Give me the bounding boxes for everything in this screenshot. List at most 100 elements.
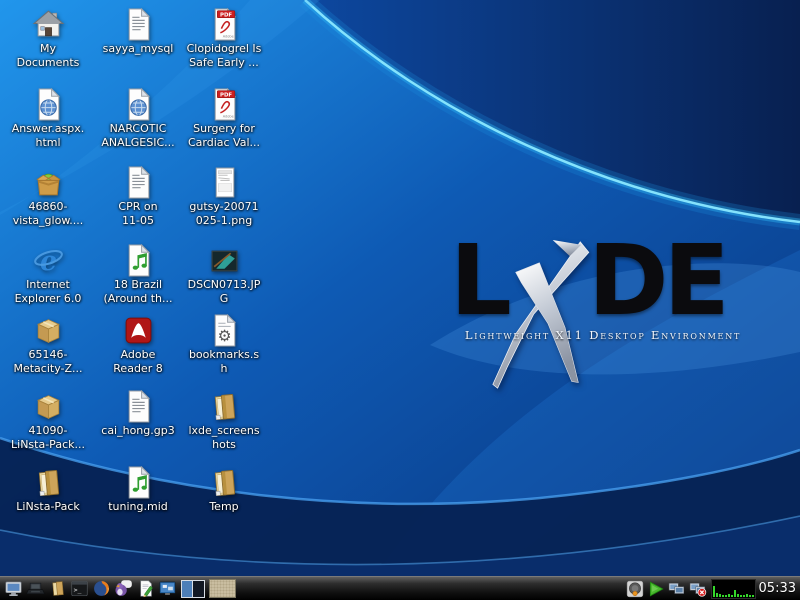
desktop-icon-lxde-screenshots[interactable]: lxde_screens hots [180, 390, 268, 452]
music-doc-icon [122, 466, 155, 499]
terminal-launcher[interactable]: >_ [68, 577, 90, 600]
pdf-icon: PDF Adobe [208, 88, 241, 121]
desktop-icon-bookmarks-sh[interactable]: ⚙ bookmarks.s h [180, 314, 268, 376]
pidgin-launcher[interactable] [112, 577, 134, 600]
icon-label: Answer.aspx. html [4, 122, 92, 150]
tb-display-icon [158, 579, 177, 598]
desktop-icon-gutsy-png[interactable]: gutsy-20071 025-1.png [180, 166, 268, 228]
icon-label: sayya_mysql [94, 42, 182, 56]
desktop-icon-41090-linsta-pack[interactable]: 41090- LiNsta-Pack... [4, 390, 92, 452]
folder-icon [208, 466, 241, 499]
workspace-1[interactable] [181, 580, 193, 598]
network-tray-icon[interactable] [667, 578, 687, 600]
icon-label: My Documents [4, 42, 92, 70]
cpu-bar [743, 595, 745, 597]
icon-label: LiNsta-Pack [4, 500, 92, 514]
launcher-area: >_ [2, 577, 178, 600]
html-doc-icon [122, 88, 155, 121]
icon-label: Internet Explorer 6.0 [4, 278, 92, 306]
icon-label: 18 Brazil (Around th... [94, 278, 182, 306]
script-doc-icon: ⚙ [208, 314, 241, 347]
desktop-icon-tuning-mid[interactable]: tuning.mid [94, 466, 182, 514]
desktop-icon-46860-vista-glow[interactable]: 46860- vista_glow.... [4, 166, 92, 228]
html-doc-icon [32, 88, 65, 121]
tb-firefox-icon [92, 579, 111, 598]
desktop-icon-cai-hong-gp3[interactable]: cai_hong.gp3 [94, 390, 182, 438]
menu-launcher[interactable] [2, 577, 24, 600]
play-tray-icon[interactable] [646, 578, 666, 600]
desktop-icon-65146-metacity[interactable]: 65146- Metacity-Z... [4, 314, 92, 376]
cpu-monitor [711, 579, 756, 599]
system-tray [625, 578, 708, 600]
desktop-icon-answer-aspx-html[interactable]: Answer.aspx. html [4, 88, 92, 150]
folder-icon [32, 466, 65, 499]
photo-icon [208, 244, 241, 277]
icon-label: cai_hong.gp3 [94, 424, 182, 438]
cpu-bar [719, 594, 721, 597]
cpu-bar [740, 595, 742, 597]
text-editor-launcher[interactable] [134, 577, 156, 600]
cpu-bar [716, 593, 718, 597]
clock: 05:33 [759, 581, 796, 596]
icon-label: 41090- LiNsta-Pack... [4, 424, 92, 452]
desktop-icon-grid: My Documents sayya_mysql PDF Adobe Clopi… [0, 0, 800, 576]
icon-label: Clopidogrel Is Safe Early ... [180, 42, 268, 70]
package-icon [32, 314, 65, 347]
window-button[interactable] [209, 579, 236, 598]
desktop-icon-my-documents[interactable]: My Documents [4, 8, 92, 70]
orb-tray-icon[interactable] [625, 578, 645, 600]
icon-label: CPR on 11-05 [94, 200, 182, 228]
desktop-icon-temp[interactable]: Temp [180, 466, 268, 514]
desktop-icon-clopidogrel-pdf[interactable]: PDF Adobe Clopidogrel Is Safe Early ... [180, 8, 268, 70]
desktop-icon-dscn0713-jpg[interactable]: DSCN0713.JP G [180, 244, 268, 306]
icon-label: 65146- Metacity-Z... [4, 348, 92, 376]
file-manager-launcher[interactable] [46, 577, 68, 600]
text-doc-icon [122, 8, 155, 41]
adobe-icon [122, 314, 155, 347]
desktop-icon-adobe-reader-8[interactable]: Adobe Reader 8 [94, 314, 182, 376]
icon-label: lxde_screens hots [180, 424, 268, 452]
desktop-icon-surgery-cardiac-pdf[interactable]: PDF Adobe Surgery for Cardiac Val... [180, 88, 268, 150]
icon-label: NARCOTIC ANALGESIC... [94, 122, 182, 150]
text-doc-icon [122, 166, 155, 199]
svg-text:Adobe: Adobe [222, 34, 233, 38]
desktop-icon-internet-explorer-6[interactable]: e Internet Explorer 6.0 [4, 244, 92, 306]
workspace-2[interactable] [193, 580, 205, 598]
text-doc-icon [122, 390, 155, 423]
desktop-icon-narcotic-analgesic[interactable]: NARCOTIC ANALGESIC... [94, 88, 182, 150]
tb-monitor-icon [4, 579, 23, 598]
cpu-bar [752, 595, 754, 597]
tb-editor-icon [136, 579, 155, 598]
desktop-icon-cpr-on-11-05[interactable]: CPR on 11-05 [94, 166, 182, 228]
svg-text:>_: >_ [73, 586, 81, 594]
taskbar: >_ [0, 576, 800, 600]
firefox-launcher[interactable] [90, 577, 112, 600]
ie-icon: e [32, 244, 65, 277]
icon-label: bookmarks.s h [180, 348, 268, 376]
display-launcher[interactable] [156, 577, 178, 600]
house-icon [32, 8, 65, 41]
tb-play-icon [647, 580, 665, 598]
svg-text:⚙: ⚙ [217, 327, 231, 345]
cpu-bar [725, 595, 727, 597]
tb-folder-icon [48, 579, 67, 598]
network-offline-tray-icon[interactable] [688, 578, 708, 600]
workspace-pager [181, 580, 205, 598]
cpu-bar [746, 594, 748, 597]
desktop-icon-18-brazil[interactable]: 18 Brazil (Around th... [94, 244, 182, 306]
tb-pidgin-icon [114, 579, 133, 598]
tb-laptop-icon [26, 579, 45, 598]
cpu-bar [737, 594, 739, 597]
laptop-launcher[interactable] [24, 577, 46, 600]
svg-text:Adobe: Adobe [222, 114, 233, 118]
desktop: L DE Lightweight X11 Desktop Environment… [0, 0, 800, 600]
cpu-bar [749, 595, 751, 597]
tb-network-icon [668, 580, 686, 598]
icon-label: tuning.mid [94, 500, 182, 514]
icon-label: DSCN0713.JP G [180, 278, 268, 306]
package-icon [32, 390, 65, 423]
desktop-icon-sayya-mysql[interactable]: sayya_mysql [94, 8, 182, 56]
tb-network-off-icon [689, 580, 707, 598]
cpu-bar [722, 595, 724, 597]
desktop-icon-linsta-pack[interactable]: LiNsta-Pack [4, 466, 92, 514]
